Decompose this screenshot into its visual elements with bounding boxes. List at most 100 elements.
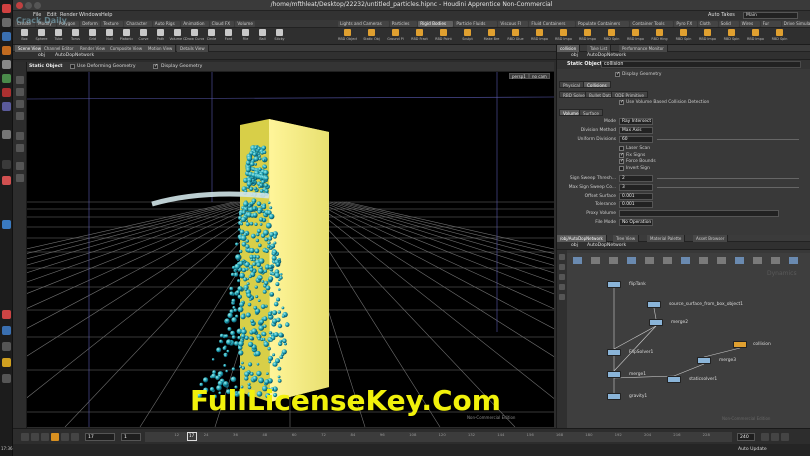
shelf-tab[interactable]: Texture [101, 21, 124, 27]
param-field[interactable] [619, 210, 779, 218]
param-tab[interactable]: Physical [559, 81, 585, 88]
shelf-tab[interactable]: Fluid Containers [529, 21, 575, 27]
app-icon-6[interactable] [2, 358, 11, 367]
key-button[interactable] [761, 433, 769, 441]
app-icon-3[interactable] [2, 220, 11, 229]
desktop-select[interactable]: Main [743, 12, 798, 19]
dop-node[interactable] [607, 349, 621, 356]
param-field[interactable]: 2 [619, 175, 653, 182]
menu-windows[interactable]: Windows [79, 12, 101, 18]
shelf-tab[interactable]: Lights and Cameras [338, 21, 389, 27]
shelf-tool[interactable]: RBD Glue [507, 29, 524, 44]
shelf-tool[interactable]: Platonic [119, 29, 134, 44]
net-tool-icon[interactable] [559, 284, 565, 290]
param-checkbox[interactable] [619, 146, 624, 151]
shelf-tool[interactable]: Ground Pl [387, 29, 404, 44]
shelf-tab[interactable]: Auto Rigs [152, 21, 181, 27]
close-button[interactable] [16, 2, 23, 9]
param-path-obj[interactable]: obj [571, 53, 578, 58]
pane-tab[interactable]: Asset Browser [693, 235, 729, 242]
media-icon[interactable] [2, 88, 11, 97]
net-path-network[interactable]: AutoDopNetwork [587, 243, 626, 248]
shelf-tool[interactable]: Static Obj [363, 29, 380, 44]
shelf-tool[interactable]: Sculpt [460, 29, 475, 44]
app-icon-5[interactable] [2, 342, 11, 351]
net-tool-icon[interactable] [559, 294, 565, 300]
shelf-tool[interactable]: RBD Impo [555, 29, 572, 44]
pose-tool-icon[interactable] [16, 144, 24, 152]
houdini-icon[interactable] [2, 130, 11, 139]
display-checkbox[interactable] [153, 63, 158, 69]
start-frame-field[interactable]: 1 [121, 433, 141, 441]
shelf-tool[interactable]: RBD Spin [772, 29, 787, 44]
select-tool-icon[interactable] [16, 76, 24, 84]
pane-tab[interactable]: Render View [77, 45, 110, 52]
key-all-button[interactable] [771, 433, 779, 441]
snap-tool-icon[interactable] [16, 174, 24, 182]
dop-node[interactable] [733, 341, 747, 348]
shelf-tab[interactable]: Character [124, 21, 152, 27]
net-tool-icon[interactable] [559, 264, 565, 270]
shelf-tab[interactable]: Container Tools [630, 21, 674, 27]
persp-button[interactable]: persp1 [509, 73, 529, 79]
minimize-button[interactable] [25, 2, 32, 9]
shelf-tool[interactable]: RBD Impo [747, 29, 764, 44]
param-slider[interactable] [657, 178, 799, 179]
shelf-tool[interactable]: Null [102, 29, 117, 44]
param-field[interactable]: 60 [619, 136, 653, 143]
rotate-tool-icon[interactable] [16, 100, 24, 108]
pane-tab[interactable]: Material Palette [647, 235, 686, 242]
pane-tab[interactable]: Details View [177, 45, 209, 52]
shelf-tool[interactable]: RBD Hing [651, 29, 668, 44]
net-tool-icon[interactable] [559, 274, 565, 280]
display-geometry-checkbox[interactable] [615, 71, 620, 77]
shelf-tab[interactable]: Solid [718, 21, 739, 27]
play-button[interactable] [61, 433, 69, 441]
handle-tool-icon[interactable] [16, 132, 24, 140]
shelf-tool[interactable]: Circle [204, 29, 219, 44]
current-frame-field[interactable]: 17 [85, 433, 115, 441]
end-frame-field[interactable]: 240 [737, 433, 755, 441]
param-field[interactable]: Ray Intersect [619, 118, 653, 125]
pane-tab[interactable]: Performance Monitor [619, 45, 668, 52]
param-path-network[interactable]: AutoDopNetwork [587, 53, 626, 58]
step-forward-button[interactable] [71, 433, 79, 441]
shelf-tab[interactable]: Viscous Fl [498, 21, 529, 27]
app-icon-2[interactable] [2, 176, 11, 185]
param-checkbox[interactable] [619, 158, 624, 164]
param-tab[interactable]: ODE Primitive [611, 91, 648, 98]
param-tab[interactable]: Surface [579, 109, 603, 116]
shelf-tab[interactable]: Cloth [697, 21, 718, 27]
cam-button[interactable]: no cam [529, 73, 550, 79]
app-icon[interactable] [2, 160, 11, 169]
shelf-tab[interactable]: Wires [739, 21, 760, 27]
shelf-tool[interactable]: RBD Impo [579, 29, 596, 44]
shelf-tool[interactable]: Torus [68, 29, 83, 44]
shelf-tool[interactable]: Font [221, 29, 236, 44]
pane-tab[interactable]: Channel Editor [41, 45, 78, 52]
play-reverse-button[interactable] [41, 433, 49, 441]
pane-tab[interactable]: Composite View [107, 45, 147, 52]
param-field[interactable]: 0.001 [619, 192, 653, 200]
shelf-tool[interactable]: Sphere [34, 29, 49, 44]
dop-node[interactable] [607, 393, 621, 400]
pane-tab[interactable]: collision [557, 45, 581, 52]
shelf-tab[interactable]: Particle Fluids [454, 21, 498, 27]
3d-viewport[interactable]: persp1 no cam Non-Commercial Edition [27, 72, 554, 427]
param-tab[interactable]: Collisions [583, 81, 611, 88]
shelf-tool[interactable]: Volume C [169, 29, 186, 44]
app-icon-4[interactable] [2, 326, 11, 335]
pane-tab[interactable]: Tree View [613, 235, 640, 242]
shelf-tool[interactable]: Tube [51, 29, 66, 44]
param-field[interactable]: 0.001 [619, 201, 653, 209]
browser-icon[interactable] [2, 32, 11, 41]
shelf-tab[interactable]: Deform [80, 21, 101, 27]
firefox-icon[interactable] [2, 46, 11, 55]
dop-node[interactable] [647, 301, 661, 308]
dop-node[interactable] [697, 357, 711, 364]
shelf-tab[interactable]: Fur [760, 21, 781, 27]
move-tool-icon[interactable] [16, 88, 24, 96]
shelf-tool[interactable]: RBD Impo [699, 29, 716, 44]
jump-start-button[interactable] [21, 433, 29, 441]
menu-help[interactable]: Help [101, 12, 112, 18]
